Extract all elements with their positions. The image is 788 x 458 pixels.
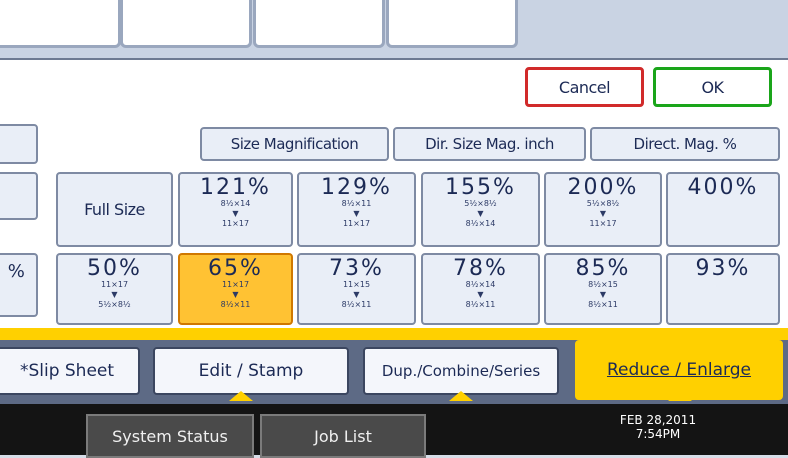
direct-mag-pct-button[interactable]: Direct. Mag. % [590, 127, 780, 161]
tab-edit-stamp[interactable]: Edit / Stamp [153, 347, 349, 395]
partial-left-button[interactable]: % [0, 253, 38, 317]
cancel-button[interactable]: Cancel [525, 67, 644, 107]
top-tab[interactable] [120, 0, 252, 48]
tab-indicator-icon [449, 391, 473, 401]
ok-label: OK [701, 77, 724, 97]
ratio-from: 8½×11 [341, 199, 372, 208]
ratio-pct: 78% [453, 256, 508, 281]
ratio-to: 11×17 [589, 219, 617, 228]
ratio-button-93[interactable]: 93% [666, 253, 780, 325]
arrow-down-icon: ▼ [232, 290, 239, 299]
partial-left-button[interactable] [0, 124, 38, 164]
partial-left-label: % [7, 261, 25, 282]
arrow-down-icon: ▼ [111, 290, 118, 299]
dir-size-mag-inch-label: Dir. Size Mag. inch [425, 135, 554, 153]
ratio-button-73[interactable]: 73% 11×15 ▼ 8½×11 [297, 253, 416, 325]
tab-slip-sheet[interactable]: *Slip Sheet [0, 347, 140, 395]
arrow-down-icon: ▼ [353, 290, 360, 299]
ratio-pct: 93% [695, 256, 751, 281]
ratio-from: 8½×14 [220, 199, 251, 208]
ratio-button-78[interactable]: 78% 8½×14 ▼ 8½×11 [421, 253, 540, 325]
time-text: 7:54PM [635, 427, 681, 441]
tab-indicator-icon [668, 391, 692, 401]
arrow-down-icon: ▼ [477, 290, 484, 299]
ratio-from: 5½×8½ [464, 199, 497, 208]
system-status-label: System Status [112, 426, 228, 446]
tab-label: Reduce / Enlarge [606, 360, 751, 380]
tab-label: *Slip Sheet [19, 361, 115, 381]
cancel-label: Cancel [558, 77, 611, 97]
ratio-pct: 85% [575, 256, 631, 281]
tab-dup-combine-series[interactable]: Dup./Combine/Series [363, 347, 559, 395]
ratio-to: 11×17 [221, 219, 250, 228]
ratio-button-121[interactable]: 121% 8½×14 ▼ 11×17 [178, 172, 293, 247]
ratio-button-85[interactable]: 85% 8½×15 ▼ 8½×11 [544, 253, 662, 325]
ratio-pct: 200% [567, 175, 639, 200]
ratio-from: 5½×8½ [586, 199, 620, 208]
arrow-down-icon: ▼ [599, 290, 607, 299]
system-status-button[interactable]: System Status [86, 414, 254, 458]
size-magnification-button[interactable]: Size Magnification [200, 127, 389, 161]
ratio-from: 11×15 [342, 280, 371, 289]
ratio-to: 11×17 [342, 219, 371, 228]
ratio-from: 11×17 [100, 280, 129, 289]
ratio-from: 8½×14 [465, 280, 496, 289]
ratio-button-65-selected[interactable]: 65% 11×17 ▼ 8½×11 [178, 253, 293, 325]
ratio-button-155[interactable]: 155% 5½×8½ ▼ 8½×14 [421, 172, 540, 247]
full-size-button[interactable]: Full Size [56, 172, 173, 247]
datetime-display: FEB 28,2011 7:54PM [598, 413, 718, 441]
active-tab-accent-bar [0, 328, 788, 340]
ratio-pct: 400% [687, 175, 759, 200]
arrow-down-icon: ▼ [232, 209, 239, 218]
arrow-down-icon: ▼ [353, 209, 360, 218]
job-list-label: Job List [314, 426, 372, 446]
ratio-button-50[interactable]: 50% 11×17 ▼ 5½×8½ [56, 253, 173, 325]
ratio-to: 5½×8½ [98, 300, 131, 309]
ratio-button-129[interactable]: 129% 8½×11 ▼ 11×17 [297, 172, 416, 247]
tab-label: Dup./Combine/Series [381, 362, 541, 380]
ratio-pct: 50% [87, 256, 142, 281]
arrow-down-icon: ▼ [477, 209, 484, 218]
top-tab[interactable] [386, 0, 518, 48]
full-size-label: Full Size [84, 200, 145, 219]
tab-indicator-icon [229, 391, 253, 401]
top-tab[interactable] [0, 0, 121, 48]
ratio-pct: 155% [445, 175, 516, 200]
ratio-pct: 121% [200, 175, 271, 200]
arrow-down-icon: ▼ [599, 209, 607, 218]
ok-button[interactable]: OK [653, 67, 772, 107]
ratio-button-400[interactable]: 400% [666, 172, 780, 247]
ratio-from: 11×17 [221, 280, 250, 289]
ratio-to: 8½×14 [465, 219, 496, 228]
job-list-button[interactable]: Job List [260, 414, 426, 458]
ratio-from: 8½×15 [588, 280, 618, 289]
date-text: FEB 28,2011 [619, 413, 697, 427]
ratio-to: 8½×11 [588, 300, 618, 309]
top-tab[interactable] [253, 0, 385, 48]
ratio-pct: 129% [321, 175, 392, 200]
partial-left-button[interactable] [0, 172, 38, 220]
dir-size-mag-inch-button[interactable]: Dir. Size Mag. inch [393, 127, 586, 161]
ratio-pct: 73% [329, 256, 384, 281]
ratio-pct: 65% [208, 256, 263, 281]
ratio-button-200[interactable]: 200% 5½×8½ ▼ 11×17 [544, 172, 662, 247]
size-magnification-label: Size Magnification [230, 135, 359, 153]
tab-label: Edit / Stamp [198, 361, 304, 381]
direct-mag-pct-label: Direct. Mag. % [633, 135, 737, 153]
ratio-to: 8½×11 [465, 300, 496, 309]
ratio-to: 8½×11 [341, 300, 372, 309]
ratio-to: 8½×11 [220, 300, 251, 309]
